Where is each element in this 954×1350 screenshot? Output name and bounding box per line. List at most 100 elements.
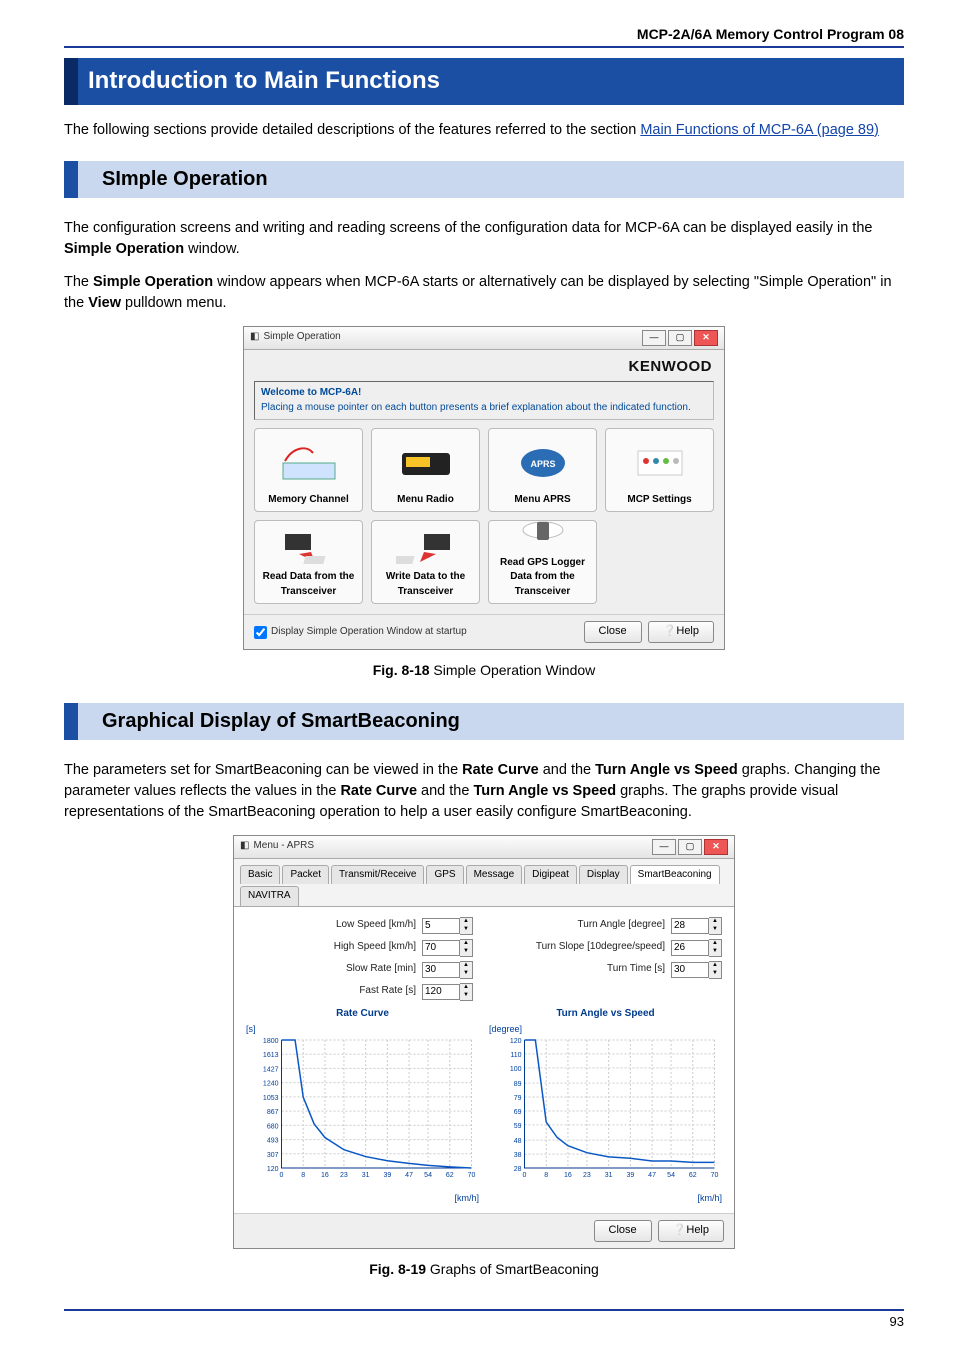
param-high-speed-km-h-: High Speed [km/h]▲▼ bbox=[246, 939, 473, 957]
svg-text:70: 70 bbox=[468, 1172, 476, 1179]
intro-link[interactable]: Main Functions of MCP-6A (page 89) bbox=[640, 122, 879, 138]
param-label: Low Speed [km/h] bbox=[336, 918, 416, 933]
param-input[interactable] bbox=[422, 918, 460, 934]
brand-logo: KENWOOD bbox=[254, 356, 714, 378]
param-turn-slope-10degree-speed-: Turn Slope [10degree/speed]▲▼ bbox=[495, 939, 722, 957]
welcome-title: Welcome to MCP-6A! bbox=[261, 386, 707, 401]
param-input[interactable] bbox=[671, 940, 709, 956]
tile-label: Write Data to the Transceiver bbox=[376, 570, 475, 599]
svg-text:31: 31 bbox=[605, 1172, 613, 1179]
tile-write-data[interactable]: Write Data to the Transceiver bbox=[371, 520, 480, 604]
svg-text:680: 680 bbox=[267, 1124, 279, 1131]
simple-p2: The Simple Operation window appears when… bbox=[64, 272, 904, 314]
tile-label: Read Data from the Transceiver bbox=[259, 570, 358, 599]
svg-text:54: 54 bbox=[424, 1172, 432, 1179]
svg-text:8: 8 bbox=[301, 1172, 305, 1179]
window-title-text: Menu - APRS bbox=[253, 839, 314, 854]
spin-down[interactable]: ▼ bbox=[460, 970, 472, 978]
close-button[interactable]: ✕ bbox=[694, 330, 718, 346]
param-slow-rate-min-: Slow Rate [min]▲▼ bbox=[246, 961, 473, 979]
svg-text:100: 100 bbox=[510, 1066, 522, 1073]
close-dialog-button[interactable]: Close bbox=[584, 621, 642, 643]
settings-icon bbox=[610, 433, 709, 493]
param-low-speed-km-h-: Low Speed [km/h]▲▼ bbox=[246, 917, 473, 935]
svg-text:31: 31 bbox=[362, 1172, 370, 1179]
tab-gps[interactable]: GPS bbox=[426, 865, 463, 885]
svg-text:16: 16 bbox=[321, 1172, 329, 1179]
tile-read-gps[interactable]: Read GPS Logger Data from the Transceive… bbox=[488, 520, 597, 604]
param-input[interactable] bbox=[422, 940, 460, 956]
tab-packet[interactable]: Packet bbox=[282, 865, 329, 885]
tile-label: Memory Channel bbox=[268, 493, 349, 508]
svg-text:16: 16 bbox=[564, 1172, 572, 1179]
tile-read-data[interactable]: Read Data from the Transceiver bbox=[254, 520, 363, 604]
spin-down[interactable]: ▼ bbox=[709, 970, 721, 978]
svg-text:23: 23 bbox=[340, 1172, 348, 1179]
tab-display[interactable]: Display bbox=[579, 865, 628, 885]
spin-down[interactable]: ▼ bbox=[460, 926, 472, 934]
tile-label: Read GPS Logger Data from the Transceive… bbox=[493, 556, 592, 600]
maximize-button[interactable]: ▢ bbox=[668, 330, 692, 346]
window-titlebar: ◧ Simple Operation — ▢ ✕ bbox=[244, 327, 724, 350]
startup-checkbox[interactable]: Display Simple Operation Window at start… bbox=[254, 625, 467, 640]
tab-transmit-receive[interactable]: Transmit/Receive bbox=[331, 865, 424, 885]
tile-memory-channel[interactable]: Memory Channel bbox=[254, 428, 363, 512]
svg-text:APRS: APRS bbox=[530, 459, 555, 469]
spin-down[interactable]: ▼ bbox=[460, 948, 472, 956]
startup-checkbox-input[interactable] bbox=[254, 626, 267, 639]
spin-down[interactable]: ▼ bbox=[709, 948, 721, 956]
minimize-button[interactable]: — bbox=[652, 839, 676, 855]
tile-mcp-settings[interactable]: MCP Settings bbox=[605, 428, 714, 512]
svg-text:1800: 1800 bbox=[263, 1038, 279, 1045]
simple-p1: The configuration screens and writing an… bbox=[64, 218, 904, 260]
tab-digipeat[interactable]: Digipeat bbox=[524, 865, 577, 885]
window-titlebar: ◧ Menu - APRS — ▢ ✕ bbox=[234, 836, 734, 859]
turn-angle-chart: 2838485969798910011012008162331394754627… bbox=[489, 1036, 722, 1186]
svg-text:89: 89 bbox=[514, 1081, 522, 1088]
close-button[interactable]: ✕ bbox=[704, 839, 728, 855]
maximize-button[interactable]: ▢ bbox=[678, 839, 702, 855]
simple-operation-window: ◧ Simple Operation — ▢ ✕ KENWOOD Welcome… bbox=[243, 326, 725, 651]
tile-menu-aprs[interactable]: APRS Menu APRS bbox=[488, 428, 597, 512]
section-sb-title: Graphical Display of SmartBeaconing bbox=[64, 703, 904, 740]
param-input[interactable] bbox=[671, 962, 709, 978]
tab-navitra[interactable]: NAVITRA bbox=[240, 886, 299, 906]
svg-text:69: 69 bbox=[514, 1109, 522, 1116]
figure-8-19-caption: Fig. 8-19 Graphs of SmartBeaconing bbox=[64, 1259, 904, 1279]
close-dialog-button[interactable]: Close bbox=[594, 1220, 652, 1242]
param-input[interactable] bbox=[671, 918, 709, 934]
minimize-button[interactable]: — bbox=[642, 330, 666, 346]
svg-text:120: 120 bbox=[510, 1038, 522, 1045]
svg-text:0: 0 bbox=[280, 1172, 284, 1179]
tile-label: MCP Settings bbox=[627, 493, 691, 508]
page-header: MCP-2A/6A Memory Control Program 08 bbox=[64, 24, 904, 48]
tab-smartbeaconing[interactable]: SmartBeaconing bbox=[630, 865, 720, 885]
spin-down[interactable]: ▼ bbox=[709, 926, 721, 934]
window-icon: ◧ bbox=[250, 330, 259, 345]
svg-text:47: 47 bbox=[648, 1172, 656, 1179]
rate-curve-yunit: [s] bbox=[246, 1023, 479, 1036]
svg-text:1240: 1240 bbox=[263, 1081, 279, 1088]
param-input[interactable] bbox=[422, 984, 460, 1000]
help-dialog-button[interactable]: ❔Help bbox=[648, 621, 714, 643]
param-label: Turn Slope [10degree/speed] bbox=[536, 940, 665, 955]
param-label: Turn Angle [degree] bbox=[578, 918, 665, 933]
svg-text:54: 54 bbox=[667, 1172, 675, 1179]
welcome-msg: Placing a mouse pointer on each button p… bbox=[261, 401, 707, 416]
svg-text:1053: 1053 bbox=[263, 1095, 279, 1102]
tile-label: Menu APRS bbox=[514, 493, 570, 508]
param-label: High Speed [km/h] bbox=[334, 940, 416, 955]
help-dialog-button[interactable]: ❔Help bbox=[658, 1220, 724, 1242]
tab-message[interactable]: Message bbox=[466, 865, 523, 885]
intro-text: The following sections provide detailed … bbox=[64, 122, 640, 138]
svg-text:867: 867 bbox=[267, 1109, 279, 1116]
turn-angle-title: Turn Angle vs Speed bbox=[489, 1007, 722, 1022]
section-simple-title: SImple Operation bbox=[64, 161, 904, 198]
spin-down[interactable]: ▼ bbox=[460, 992, 472, 1000]
param-input[interactable] bbox=[422, 962, 460, 978]
tab-basic[interactable]: Basic bbox=[240, 865, 280, 885]
tile-menu-radio[interactable]: Menu Radio bbox=[371, 428, 480, 512]
svg-text:62: 62 bbox=[689, 1172, 697, 1179]
svg-text:1427: 1427 bbox=[263, 1067, 279, 1074]
svg-text:23: 23 bbox=[583, 1172, 591, 1179]
